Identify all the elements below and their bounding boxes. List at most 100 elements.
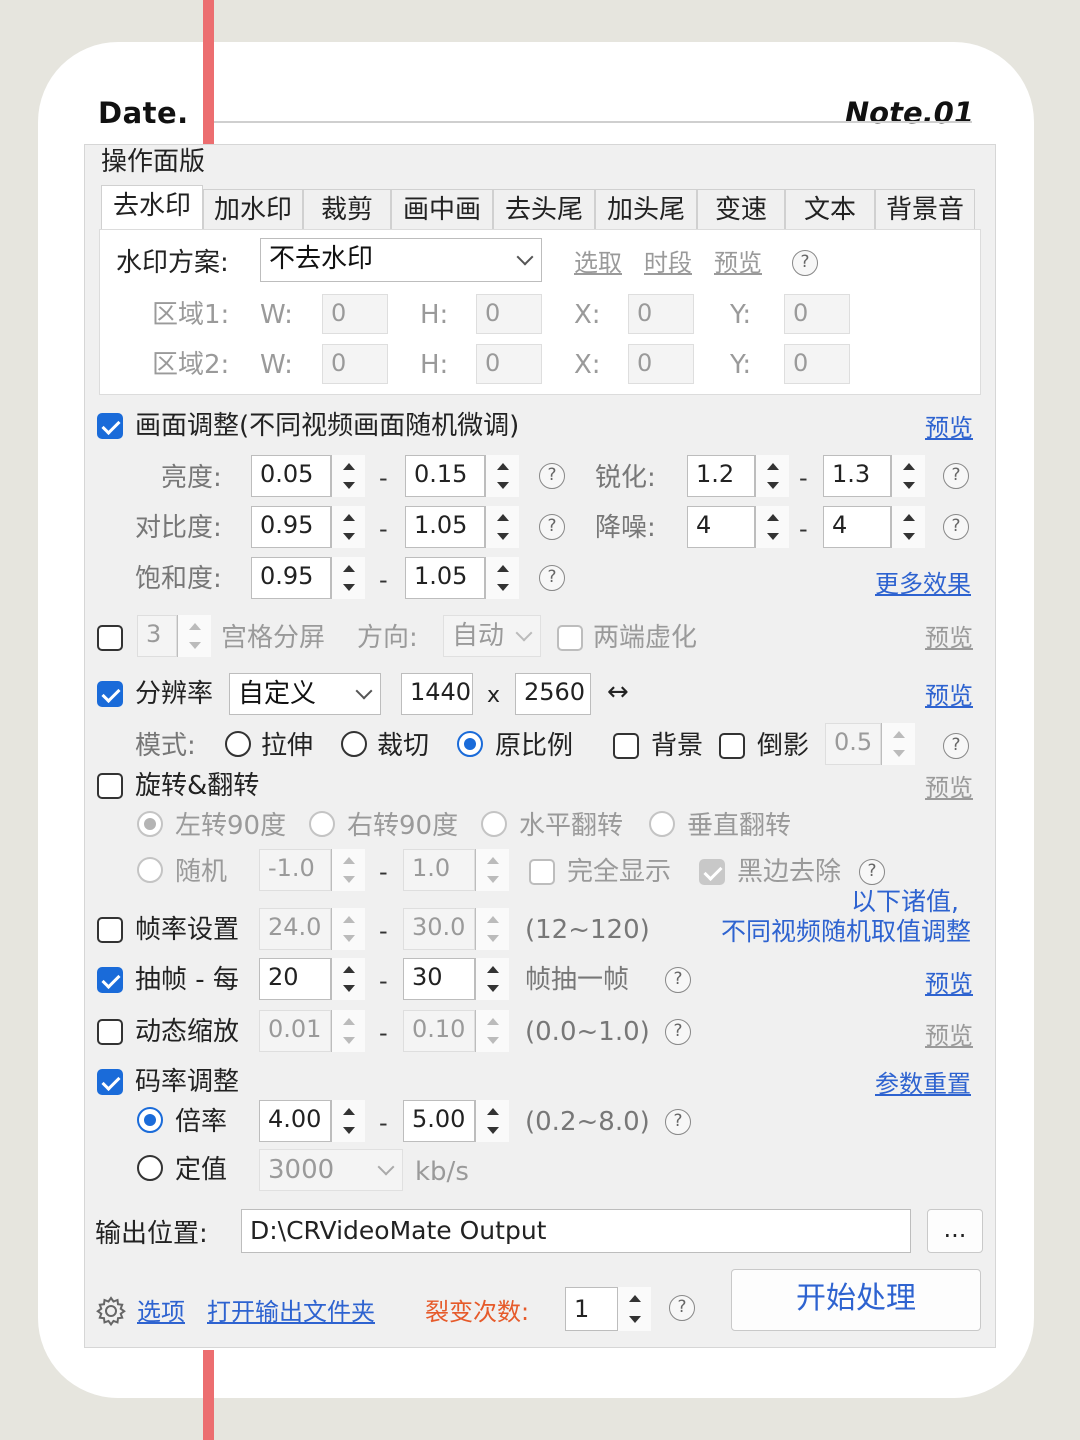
full-display-checkbox[interactable] <box>529 859 555 885</box>
framerate-max-input[interactable]: 30.0 <box>403 908 475 950</box>
brightness-min-spinner[interactable] <box>331 455 365 497</box>
saturation-max-input[interactable]: 1.05 <box>405 557 485 599</box>
help-icon[interactable]: ? <box>665 1109 691 1135</box>
framedrop-preview-link[interactable]: 预览 <box>925 969 973 999</box>
rotate-preview-link[interactable]: 预览 <box>925 773 973 803</box>
mode-stretch-radio[interactable] <box>225 731 251 757</box>
start-processing-button[interactable]: 开始处理 <box>731 1269 981 1331</box>
tab-add-ends[interactable]: 加头尾 <box>595 189 697 229</box>
saturation-max-spinner[interactable] <box>485 557 519 599</box>
help-icon[interactable]: ? <box>539 514 565 540</box>
rotate-checkbox[interactable] <box>97 773 123 799</box>
fission-count-input[interactable]: 1 <box>565 1287 619 1331</box>
tab-remove-watermark[interactable]: 去水印 <box>101 185 203 229</box>
period-link[interactable]: 时段 <box>644 248 692 278</box>
help-icon[interactable]: ? <box>859 859 885 885</box>
reflection-checkbox[interactable] <box>719 733 745 759</box>
sharpen-min-spinner[interactable] <box>755 455 789 497</box>
tab-crop[interactable]: 裁剪 <box>303 189 391 229</box>
fixed-bitrate-select[interactable]: 3000 <box>259 1149 403 1191</box>
direction-select[interactable]: 自动 <box>443 615 541 657</box>
zoom-max-spinner[interactable] <box>475 1010 509 1052</box>
swap-arrows-icon[interactable]: ↔ <box>607 677 629 707</box>
saturation-min-input[interactable]: 0.95 <box>251 557 331 599</box>
rotate-right-radio[interactable] <box>309 811 335 837</box>
framerate-min-input[interactable]: 24.0 <box>259 908 331 950</box>
help-icon[interactable]: ? <box>669 1295 695 1321</box>
mode-crop-radio[interactable] <box>341 731 367 757</box>
background-checkbox[interactable] <box>613 733 639 759</box>
width-input[interactable]: 1440 <box>401 673 473 715</box>
tab-speed[interactable]: 变速 <box>697 189 785 229</box>
bitrate-checkbox[interactable] <box>97 1069 123 1095</box>
bitrate-fixed-radio[interactable] <box>137 1155 163 1181</box>
remove-black-border-checkbox[interactable] <box>699 859 725 885</box>
grid-count-input[interactable]: 3 <box>137 615 177 657</box>
tab-picture-in-picture[interactable]: 画中画 <box>391 189 493 229</box>
contrast-min-spinner[interactable] <box>331 506 365 548</box>
region2-x-input[interactable]: 0 <box>628 344 694 384</box>
tab-trim-ends[interactable]: 去头尾 <box>493 189 595 229</box>
denoise-min-spinner[interactable] <box>755 506 789 548</box>
brightness-min-input[interactable]: 0.05 <box>251 455 331 497</box>
ratio-max-spinner[interactable] <box>475 1100 509 1142</box>
region1-y-input[interactable]: 0 <box>784 294 850 334</box>
tab-bgm[interactable]: 背景音 <box>875 189 975 229</box>
brightness-max-input[interactable]: 0.15 <box>405 455 485 497</box>
reflection-spinner[interactable] <box>881 723 915 765</box>
zoom-preview-link[interactable]: 预览 <box>925 1021 973 1051</box>
options-link[interactable]: 选项 <box>137 1297 185 1327</box>
bitrate-ratio-radio[interactable] <box>137 1107 163 1133</box>
framedrop-min-spinner[interactable] <box>331 958 365 1000</box>
zoom-checkbox[interactable] <box>97 1019 123 1045</box>
help-icon[interactable]: ? <box>539 565 565 591</box>
ratio-max-input[interactable]: 5.00 <box>403 1100 475 1142</box>
random-min-input[interactable]: -1.0 <box>259 849 331 891</box>
framerate-min-spinner[interactable] <box>331 908 365 950</box>
ratio-min-spinner[interactable] <box>331 1100 365 1142</box>
scheme-select[interactable]: 不去水印 <box>260 238 542 282</box>
adjust-checkbox[interactable] <box>97 413 123 439</box>
sharpen-min-input[interactable]: 1.2 <box>687 455 755 497</box>
random-max-input[interactable]: 1.0 <box>403 849 475 891</box>
help-icon[interactable]: ? <box>943 463 969 489</box>
sharpen-max-spinner[interactable] <box>891 455 925 497</box>
output-path-input[interactable]: D:\CRVideoMate Output <box>241 1209 911 1253</box>
grid-checkbox[interactable] <box>97 625 123 651</box>
framedrop-checkbox[interactable] <box>97 967 123 993</box>
random-max-spinner[interactable] <box>475 849 509 891</box>
rotate-left-radio[interactable] <box>137 811 163 837</box>
gear-icon[interactable] <box>95 1295 127 1327</box>
contrast-min-input[interactable]: 0.95 <box>251 506 331 548</box>
region2-w-input[interactable]: 0 <box>322 344 388 384</box>
flip-vertical-radio[interactable] <box>649 811 675 837</box>
resolution-select[interactable]: 自定义 <box>229 673 381 715</box>
region2-h-input[interactable]: 0 <box>476 344 542 384</box>
help-icon[interactable]: ? <box>539 463 565 489</box>
region1-x-input[interactable]: 0 <box>628 294 694 334</box>
tab-text[interactable]: 文本 <box>785 189 875 229</box>
help-icon[interactable]: ? <box>943 733 969 759</box>
select-link[interactable]: 选取 <box>574 248 622 278</box>
fission-count-spinner[interactable] <box>617 1287 651 1331</box>
resolution-checkbox[interactable] <box>97 681 123 707</box>
rotate-random-radio[interactable] <box>137 857 163 883</box>
help-icon[interactable]: ? <box>665 967 691 993</box>
region2-y-input[interactable]: 0 <box>784 344 850 384</box>
flip-horizontal-radio[interactable] <box>481 811 507 837</box>
help-icon[interactable]: ? <box>665 1019 691 1045</box>
contrast-max-spinner[interactable] <box>485 506 519 548</box>
denoise-min-input[interactable]: 4 <box>687 506 755 548</box>
more-effects-link[interactable]: 更多效果 <box>875 569 971 599</box>
denoise-max-input[interactable]: 4 <box>823 506 891 548</box>
framedrop-min-input[interactable]: 20 <box>259 958 331 1000</box>
help-icon[interactable]: ? <box>792 250 818 276</box>
zoom-min-spinner[interactable] <box>331 1010 365 1052</box>
resolution-preview-link[interactable]: 预览 <box>925 681 973 711</box>
framerate-checkbox[interactable] <box>97 917 123 943</box>
mode-original-radio[interactable] <box>457 731 483 757</box>
height-input[interactable]: 2560 <box>515 673 591 715</box>
grid-count-spinner[interactable] <box>177 615 211 657</box>
framedrop-max-input[interactable]: 30 <box>403 958 475 1000</box>
help-icon[interactable]: ? <box>943 514 969 540</box>
